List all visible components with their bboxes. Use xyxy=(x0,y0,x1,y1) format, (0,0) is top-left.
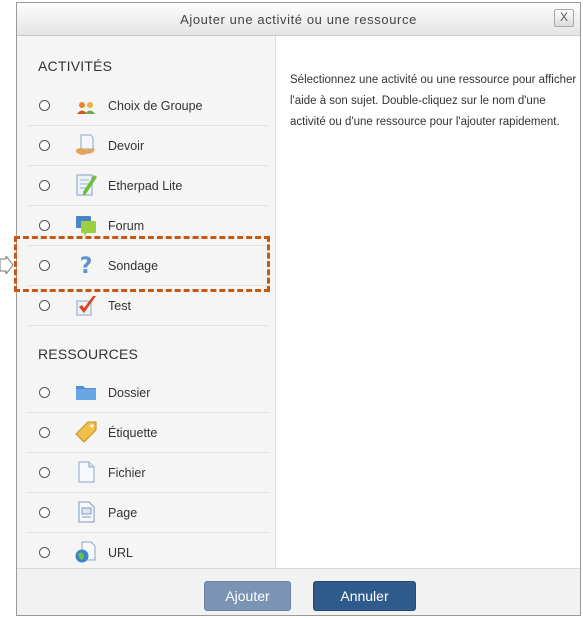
resource-label: Étiquette xyxy=(108,426,158,440)
help-text: Sélectionnez une activité ou une ressour… xyxy=(290,74,577,128)
resource-item-page[interactable]: Page xyxy=(28,493,268,533)
resource-label: Page xyxy=(108,506,138,520)
activity-item-choix-de-groupe[interactable]: Choix de Groupe xyxy=(28,86,268,126)
radio-button[interactable] xyxy=(39,180,50,191)
resource-item-dossier[interactable]: Dossier xyxy=(28,373,268,413)
activity-label: Choix de Groupe xyxy=(108,99,203,113)
radio-button[interactable] xyxy=(39,547,50,558)
activity-item-etherpad-lite[interactable]: Etherpad Lite xyxy=(28,166,268,206)
etherpad-icon xyxy=(74,173,98,197)
activity-label: Test xyxy=(108,299,131,313)
help-panel: Sélectionnez une activité ou une ressour… xyxy=(276,36,580,568)
question-icon: ? xyxy=(74,253,98,279)
activity-label: Forum xyxy=(108,219,145,233)
cancel-button[interactable]: Annuler xyxy=(313,581,416,611)
add-button[interactable]: Ajouter xyxy=(204,581,291,611)
radio-button[interactable] xyxy=(39,467,50,478)
resource-label: Fichier xyxy=(108,466,146,480)
resource-label: URL xyxy=(108,546,134,560)
radio-button[interactable] xyxy=(39,260,50,271)
radio-button[interactable] xyxy=(39,220,50,231)
folder-icon xyxy=(74,380,98,404)
resource-item-url[interactable]: URL xyxy=(28,533,268,573)
file-icon xyxy=(74,460,98,484)
activity-item-devoir[interactable]: Devoir xyxy=(28,126,268,166)
resource-item-fichier[interactable]: Fichier xyxy=(28,453,268,493)
dialog-footer: Ajouter Annuler xyxy=(17,568,580,615)
activity-item-forum[interactable]: Forum xyxy=(28,206,268,246)
globe-link-icon xyxy=(74,540,98,564)
resource-label: Dossier xyxy=(108,386,151,400)
radio-button[interactable] xyxy=(39,100,50,111)
radio-button[interactable] xyxy=(39,507,50,518)
module-list-panel: ACTIVITÉS Choix de Groupe Devoir Etherpa… xyxy=(17,36,276,573)
pointer-arrow-icon xyxy=(0,256,14,274)
checkmark-icon xyxy=(74,293,98,317)
activity-item-test[interactable]: Test xyxy=(28,286,268,326)
page-icon xyxy=(74,500,98,524)
dialog-titlebar: Ajouter une activité ou une ressource X xyxy=(17,3,580,36)
activities-section-header: ACTIVITÉS xyxy=(38,58,113,74)
dialog-title: Ajouter une activité ou une ressource xyxy=(180,12,417,27)
radio-button[interactable] xyxy=(39,387,50,398)
resource-item-etiquette[interactable]: Étiquette xyxy=(28,413,268,453)
resources-section-header: RESSOURCES xyxy=(38,346,139,362)
add-activity-dialog: Ajouter une activité ou une ressource X … xyxy=(16,2,581,616)
activity-label: Sondage xyxy=(108,259,159,273)
svg-text:?: ? xyxy=(80,254,93,277)
activity-label: Etherpad Lite xyxy=(108,179,183,193)
tag-icon xyxy=(74,420,98,444)
group-choice-icon xyxy=(74,93,98,117)
activity-item-sondage[interactable]: ? Sondage xyxy=(28,246,268,286)
activity-label: Devoir xyxy=(108,139,145,153)
assignment-icon xyxy=(74,133,98,157)
close-button[interactable]: X xyxy=(554,9,574,27)
radio-button[interactable] xyxy=(39,427,50,438)
radio-button[interactable] xyxy=(39,140,50,151)
radio-button[interactable] xyxy=(39,300,50,311)
forum-icon xyxy=(74,213,98,237)
